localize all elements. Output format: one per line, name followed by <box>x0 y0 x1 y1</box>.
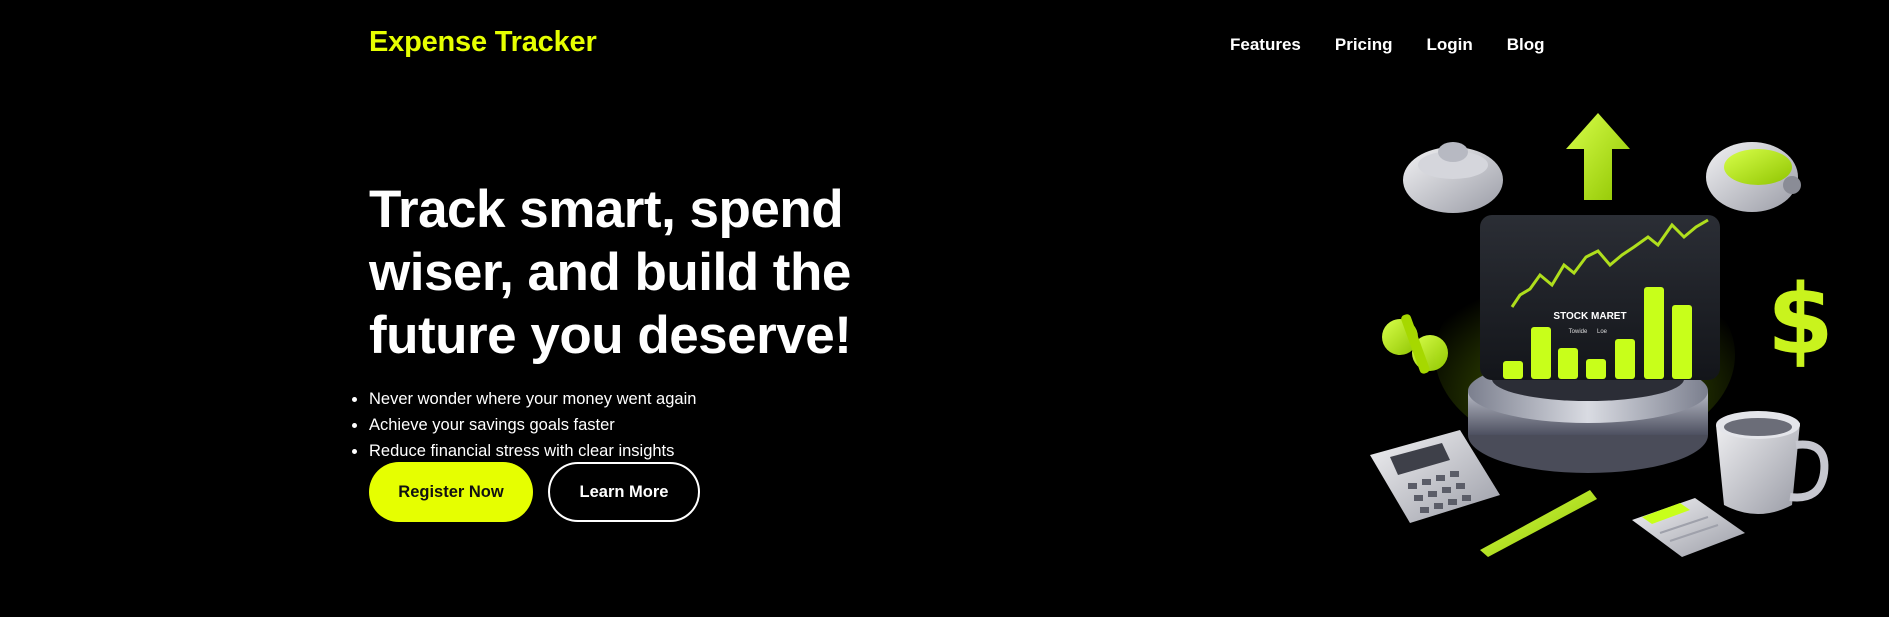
stock-market-screen: STOCK MARET Towide Loe <box>1480 215 1720 380</box>
pen-icon <box>1480 490 1597 557</box>
screen-title: STOCK MARET <box>1553 311 1626 322</box>
register-now-button[interactable]: Register Now <box>369 462 533 522</box>
nav-link-login[interactable]: Login <box>1427 35 1473 55</box>
finance-3d-illustration: $ STOCK MARET Towide Loe <box>1370 113 1834 557</box>
bell-lime-icon <box>1706 142 1801 212</box>
benefit-item: Reduce financial stress with clear insig… <box>351 438 696 464</box>
nav-link-pricing[interactable]: Pricing <box>1335 35 1393 55</box>
screen-sub-left: Towide <box>1569 329 1588 335</box>
screen-sub-right: Loe <box>1597 329 1608 335</box>
nav-link-features[interactable]: Features <box>1230 35 1301 55</box>
up-arrow-icon <box>1566 113 1630 200</box>
learn-more-button[interactable]: Learn More <box>548 462 700 522</box>
dollar-icon: $ <box>1767 264 1834 376</box>
headline-line-2: wiser, and build the <box>369 243 851 302</box>
mug-icon <box>1716 411 1829 514</box>
benefits-list: Never wonder where your money went again… <box>351 386 696 464</box>
brand-logo[interactable]: Expense Tracker <box>369 26 597 59</box>
main-nav: Features Pricing Login Blog <box>1230 35 1545 55</box>
headline-line-1: Track smart, spend <box>369 180 844 239</box>
benefit-item: Never wonder where your money went again <box>351 386 696 412</box>
benefit-item: Achieve your savings goals faster <box>351 412 696 438</box>
bell-icon <box>1403 142 1503 213</box>
nav-link-blog[interactable]: Blog <box>1507 35 1545 55</box>
headline-line-3: future you deserve! <box>369 306 852 365</box>
hero-headline: Track smart, spend wiser, and build the … <box>369 178 929 367</box>
